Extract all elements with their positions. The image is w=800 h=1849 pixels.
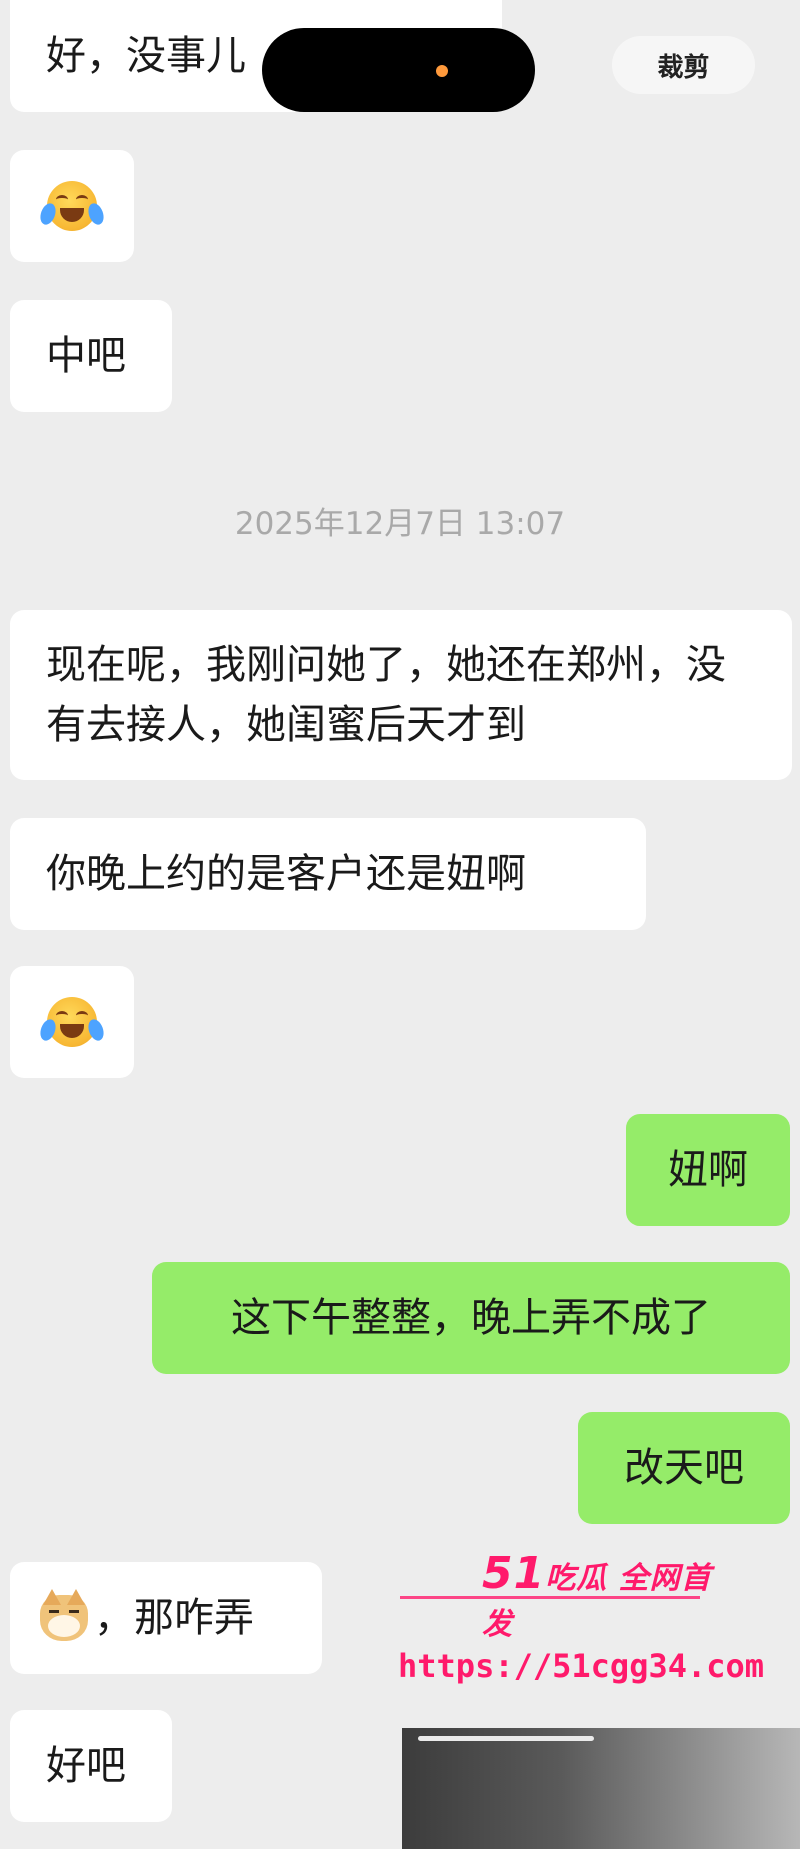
message-bubble-incoming[interactable]	[10, 966, 134, 1078]
laughing-tears-emoji-icon	[37, 181, 107, 231]
message-text: 改天吧	[624, 1445, 744, 1491]
watermark-brand-number: 51	[482, 1548, 546, 1599]
site-watermark: 51吃瓜 全网首发 https://51cgg34.com	[398, 1548, 765, 1685]
screen-recorder-pill[interactable]	[262, 28, 535, 112]
message-text: 中吧	[46, 333, 126, 379]
image-thumbnail[interactable]	[402, 1728, 800, 1849]
message-bubble-incoming[interactable]: 现在呢，我刚问她了，她还在郑州，没有去接人，她闺蜜后天才到	[10, 610, 792, 780]
watermark-decoration	[400, 1596, 700, 1599]
message-bubble-incoming[interactable]: 中吧	[10, 300, 172, 412]
message-text: 好吧	[46, 1743, 126, 1789]
message-text: 好，没事儿	[46, 33, 246, 79]
message-bubble-incoming[interactable]: ，那咋弄	[10, 1562, 322, 1674]
message-bubble-outgoing[interactable]: 改天吧	[578, 1412, 790, 1524]
recording-dot-icon	[436, 65, 448, 77]
chat-timestamp: 2025年12月7日 13:07	[234, 506, 566, 542]
doge-emoji-icon	[40, 1589, 88, 1641]
message-text: 这下午整整，晚上弄不成了	[231, 1295, 711, 1341]
watermark-url: https://51cgg34.com	[398, 1647, 765, 1685]
message-bubble-outgoing[interactable]: 这下午整整，晚上弄不成了	[152, 1262, 790, 1374]
crop-button[interactable]: 裁剪	[612, 36, 755, 94]
thumbnail-top-bar	[418, 1736, 594, 1741]
message-bubble-incoming[interactable]	[10, 150, 134, 262]
message-text: 妞啊	[668, 1147, 748, 1193]
message-text: ，那咋弄	[94, 1595, 254, 1641]
message-bubble-incoming[interactable]: 好吧	[10, 1710, 172, 1822]
message-text: 现在呢，我刚问她了，她还在郑州，没有去接人，她闺蜜后天才到	[46, 642, 726, 748]
message-text: 你晚上约的是客户还是妞啊	[46, 851, 526, 897]
laughing-tears-emoji-icon	[37, 997, 107, 1047]
message-bubble-incoming[interactable]: 你晚上约的是客户还是妞啊	[10, 818, 646, 930]
message-bubble-outgoing[interactable]: 妞啊	[626, 1114, 790, 1226]
